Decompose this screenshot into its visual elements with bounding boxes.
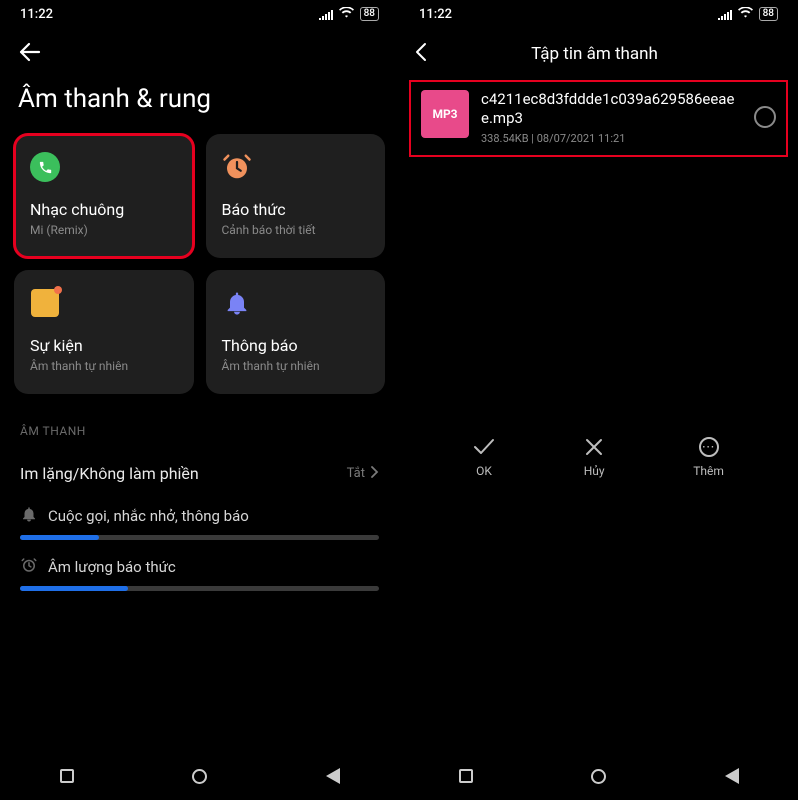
more-button[interactable]: ⋯ Thêm (693, 436, 724, 478)
home-button[interactable] (191, 767, 209, 785)
close-icon (583, 436, 605, 458)
volume-alarm: Âm lượng báo thức (0, 546, 399, 597)
tile-subtitle: Mi (Remix) (30, 223, 178, 237)
bottom-action-bar: OK Hủy ⋯ Thêm (399, 426, 798, 486)
home-button[interactable] (590, 767, 608, 785)
bell-outline-icon (20, 505, 38, 527)
page-title: Tập tin âm thanh (407, 44, 782, 64)
page-title: Âm thanh & rung (0, 76, 399, 134)
android-navbar (399, 756, 798, 800)
setting-dnd[interactable]: Im lặng/Không làm phiền Tắt (0, 452, 399, 495)
tile-title: Sự kiện (30, 336, 178, 355)
action-label: Thêm (693, 464, 724, 478)
back-button[interactable] (324, 767, 342, 785)
tile-title: Nhạc chuông (30, 200, 178, 219)
status-time: 11:22 (419, 7, 452, 22)
action-label: OK (476, 464, 492, 478)
tile-subtitle: Cảnh báo thời tiết (222, 223, 370, 237)
tile-alarm[interactable]: Báo thức Cảnh báo thời tiết (206, 134, 386, 258)
phone-icon (30, 152, 60, 182)
audio-file-row[interactable]: MP3 c4211ec8d3fddde1c039a629586eeaee.mp3… (409, 80, 788, 157)
setting-label: Im lặng/Không làm phiền (20, 464, 199, 483)
action-label: Hủy (584, 464, 605, 478)
tile-events[interactable]: Sự kiện Âm thanh tự nhiên (14, 270, 194, 394)
mp3-badge-icon: MP3 (421, 90, 469, 138)
volume-label: Âm lượng báo thức (48, 558, 176, 576)
tile-notification[interactable]: Thông báo Âm thanh tự nhiên (206, 270, 386, 394)
status-bar: 11:22 88 (0, 0, 399, 28)
android-navbar (0, 756, 399, 800)
back-arrow-icon[interactable] (18, 43, 42, 68)
file-info: c4211ec8d3fddde1c039a629586eeaee.mp3 338… (481, 90, 742, 145)
more-icon: ⋯ (698, 436, 720, 458)
alarm-clock-icon (222, 152, 252, 182)
wifi-icon (738, 7, 753, 22)
setting-value: Tắt (347, 466, 379, 482)
tile-title: Báo thức (222, 200, 370, 219)
bell-icon (222, 288, 252, 318)
cancel-button[interactable]: Hủy (583, 436, 605, 478)
phone-screen-file-picker: 11:22 88 Tập tin âm thanh MP3 c4211ec8d3… (399, 0, 798, 800)
file-name: c4211ec8d3fddde1c039a629586eeaee.mp3 (481, 90, 742, 128)
tile-subtitle: Âm thanh tự nhiên (30, 359, 178, 373)
wifi-icon (339, 7, 354, 22)
alarm-outline-icon (20, 556, 38, 578)
signal-icon (718, 9, 732, 20)
signal-icon (319, 9, 333, 20)
status-right: 88 (718, 7, 778, 22)
sound-tiles: Nhạc chuông Mi (Remix) Báo thức Cảnh báo… (0, 134, 399, 394)
tile-ringtone[interactable]: Nhạc chuông Mi (Remix) (14, 134, 194, 258)
recents-button[interactable] (457, 767, 475, 785)
tile-subtitle: Âm thanh tự nhiên (222, 359, 370, 373)
volume-calls: Cuộc gọi, nhắc nhở, thông báo (0, 495, 399, 546)
ok-button[interactable]: OK (473, 436, 495, 478)
phone-screen-sound-settings: 11:22 88 Âm thanh & rung Nhạc chuông Mi … (0, 0, 399, 800)
status-right: 88 (319, 7, 379, 22)
status-time: 11:22 (20, 7, 53, 22)
status-bar: 11:22 88 (399, 0, 798, 28)
select-radio[interactable] (754, 106, 776, 128)
section-label-audio: ÂM THANH (0, 394, 399, 452)
battery-indicator: 88 (360, 7, 379, 21)
chevron-right-icon (371, 466, 379, 482)
check-icon (473, 436, 495, 458)
volume-label: Cuộc gọi, nhắc nhở, thông báo (48, 507, 249, 525)
header (0, 28, 399, 76)
calendar-event-icon (30, 288, 60, 318)
back-button[interactable] (723, 767, 741, 785)
volume-slider-alarm[interactable] (20, 586, 379, 591)
recents-button[interactable] (58, 767, 76, 785)
file-meta: 338.54KB | 08/07/2021 11:21 (481, 132, 742, 145)
battery-indicator: 88 (759, 7, 778, 21)
tile-title: Thông báo (222, 336, 370, 355)
volume-slider-calls[interactable] (20, 535, 379, 540)
header: Tập tin âm thanh (399, 28, 798, 74)
